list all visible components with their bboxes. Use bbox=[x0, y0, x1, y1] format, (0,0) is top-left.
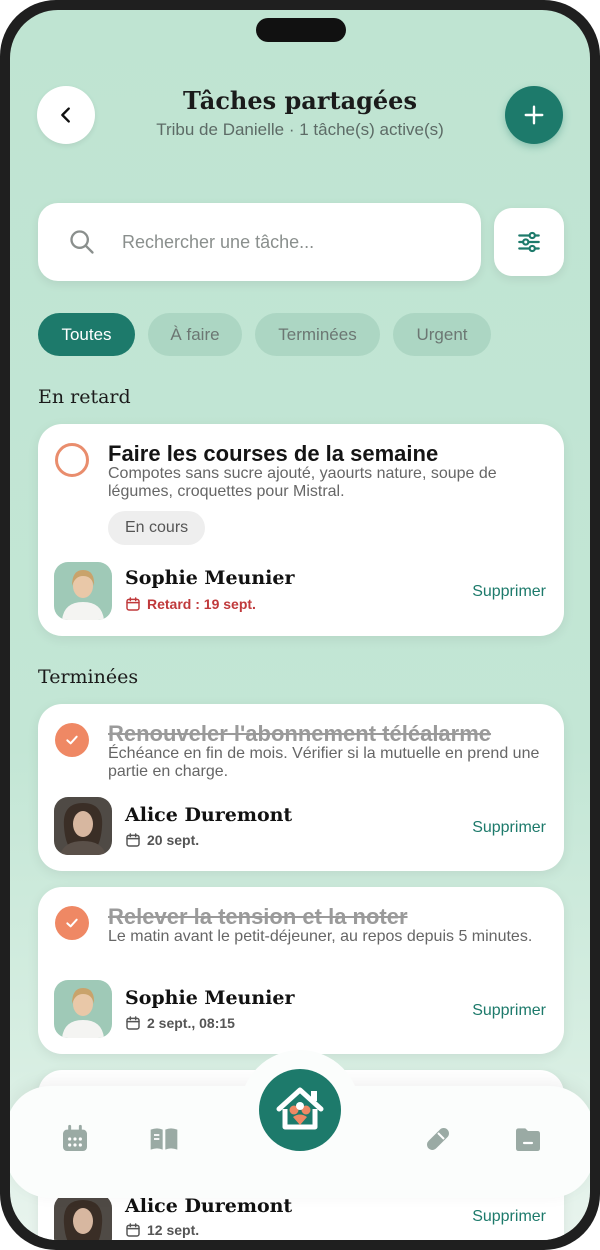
assignee-name: Alice Duremont bbox=[125, 804, 293, 826]
calendar-icon bbox=[126, 1016, 140, 1030]
avatar bbox=[54, 797, 112, 855]
assignee-name: Sophie Meunier bbox=[125, 987, 295, 1009]
add-task-button[interactable] bbox=[505, 86, 563, 144]
book-icon[interactable] bbox=[148, 1123, 180, 1155]
check-icon bbox=[66, 735, 78, 745]
due-date: 12 sept. bbox=[125, 1222, 199, 1238]
sliders-icon bbox=[518, 231, 540, 253]
home-family-button[interactable] bbox=[259, 1069, 341, 1151]
due-date-text: Retard : 19 sept. bbox=[147, 596, 256, 612]
pill-icon[interactable] bbox=[422, 1123, 454, 1155]
task-checkbox-checked[interactable] bbox=[55, 723, 89, 757]
due-date: 2 sept., 08:15 bbox=[125, 1015, 235, 1031]
filter-chip-done[interactable]: Terminées bbox=[255, 313, 380, 356]
home-family-icon bbox=[276, 1087, 324, 1130]
due-date: Retard : 19 sept. bbox=[125, 596, 256, 612]
task-card[interactable]: Faire les courses de la semaine Compotes… bbox=[38, 424, 564, 636]
task-checkbox[interactable] bbox=[55, 443, 89, 477]
search-input[interactable]: Rechercher une tâche... bbox=[38, 203, 481, 281]
task-title: Renouveler l'abonnement téléalarme bbox=[108, 721, 492, 746]
section-title-overdue: En retard bbox=[38, 386, 131, 408]
page-title: Tâches partagées bbox=[183, 86, 417, 115]
task-checkbox-checked[interactable] bbox=[55, 906, 89, 940]
check-icon bbox=[66, 918, 78, 928]
delete-button[interactable]: Supprimer bbox=[472, 1208, 546, 1226]
task-title: Faire les courses de la semaine bbox=[108, 441, 439, 466]
delete-button[interactable]: Supprimer bbox=[472, 819, 546, 837]
plus-icon bbox=[524, 105, 544, 125]
assignee-name: Sophie Meunier bbox=[125, 567, 295, 589]
task-card[interactable]: Relever la tension et la noter Le matin … bbox=[38, 887, 564, 1054]
filter-chip-todo[interactable]: À faire bbox=[148, 313, 242, 356]
due-date-text: 12 sept. bbox=[147, 1222, 200, 1238]
calendar-icon bbox=[126, 597, 140, 611]
assignee-name: Alice Duremont bbox=[125, 1195, 293, 1217]
due-date-text: 2 sept., 08:15 bbox=[147, 1015, 235, 1031]
due-date-text: 20 sept. bbox=[147, 832, 200, 848]
task-title: Relever la tension et la noter bbox=[108, 904, 408, 929]
page-subtitle: Tribu de Danielle · 1 tâche(s) active(s) bbox=[156, 120, 444, 139]
delete-button[interactable]: Supprimer bbox=[472, 583, 546, 601]
calendar-icon bbox=[126, 833, 140, 847]
filter-chip-urgent[interactable]: Urgent bbox=[393, 313, 491, 356]
folder-icon[interactable] bbox=[512, 1123, 544, 1155]
task-description: Le matin avant le petit-déjeuner, au rep… bbox=[108, 928, 533, 945]
avatar bbox=[54, 1194, 112, 1240]
due-date: 20 sept. bbox=[125, 832, 199, 848]
filter-button[interactable] bbox=[494, 208, 564, 276]
search-placeholder: Rechercher une tâche... bbox=[122, 231, 315, 252]
filter-chip-all[interactable]: Toutes bbox=[38, 313, 135, 356]
delete-button[interactable]: Supprimer bbox=[472, 1002, 546, 1020]
task-description: Compotes sans sucre ajouté, yaourts natu… bbox=[108, 465, 497, 500]
app-screen: Tâches partagées Tribu de Danielle · 1 t… bbox=[10, 10, 590, 1240]
calendar-icon[interactable] bbox=[59, 1123, 91, 1155]
avatar bbox=[54, 562, 112, 620]
status-badge: En cours bbox=[108, 511, 206, 545]
phone-frame: Tâches partagées Tribu de Danielle · 1 t… bbox=[0, 0, 600, 1250]
task-card[interactable]: Renouveler l'abonnement téléalarme Échéa… bbox=[38, 704, 564, 871]
section-title-done: Terminées bbox=[38, 666, 139, 688]
avatar bbox=[54, 980, 112, 1038]
calendar-icon bbox=[126, 1223, 140, 1237]
camera-notch bbox=[256, 18, 346, 42]
task-description: Échéance en fin de mois. Vérifier si la … bbox=[108, 745, 540, 780]
search-icon bbox=[70, 230, 94, 254]
